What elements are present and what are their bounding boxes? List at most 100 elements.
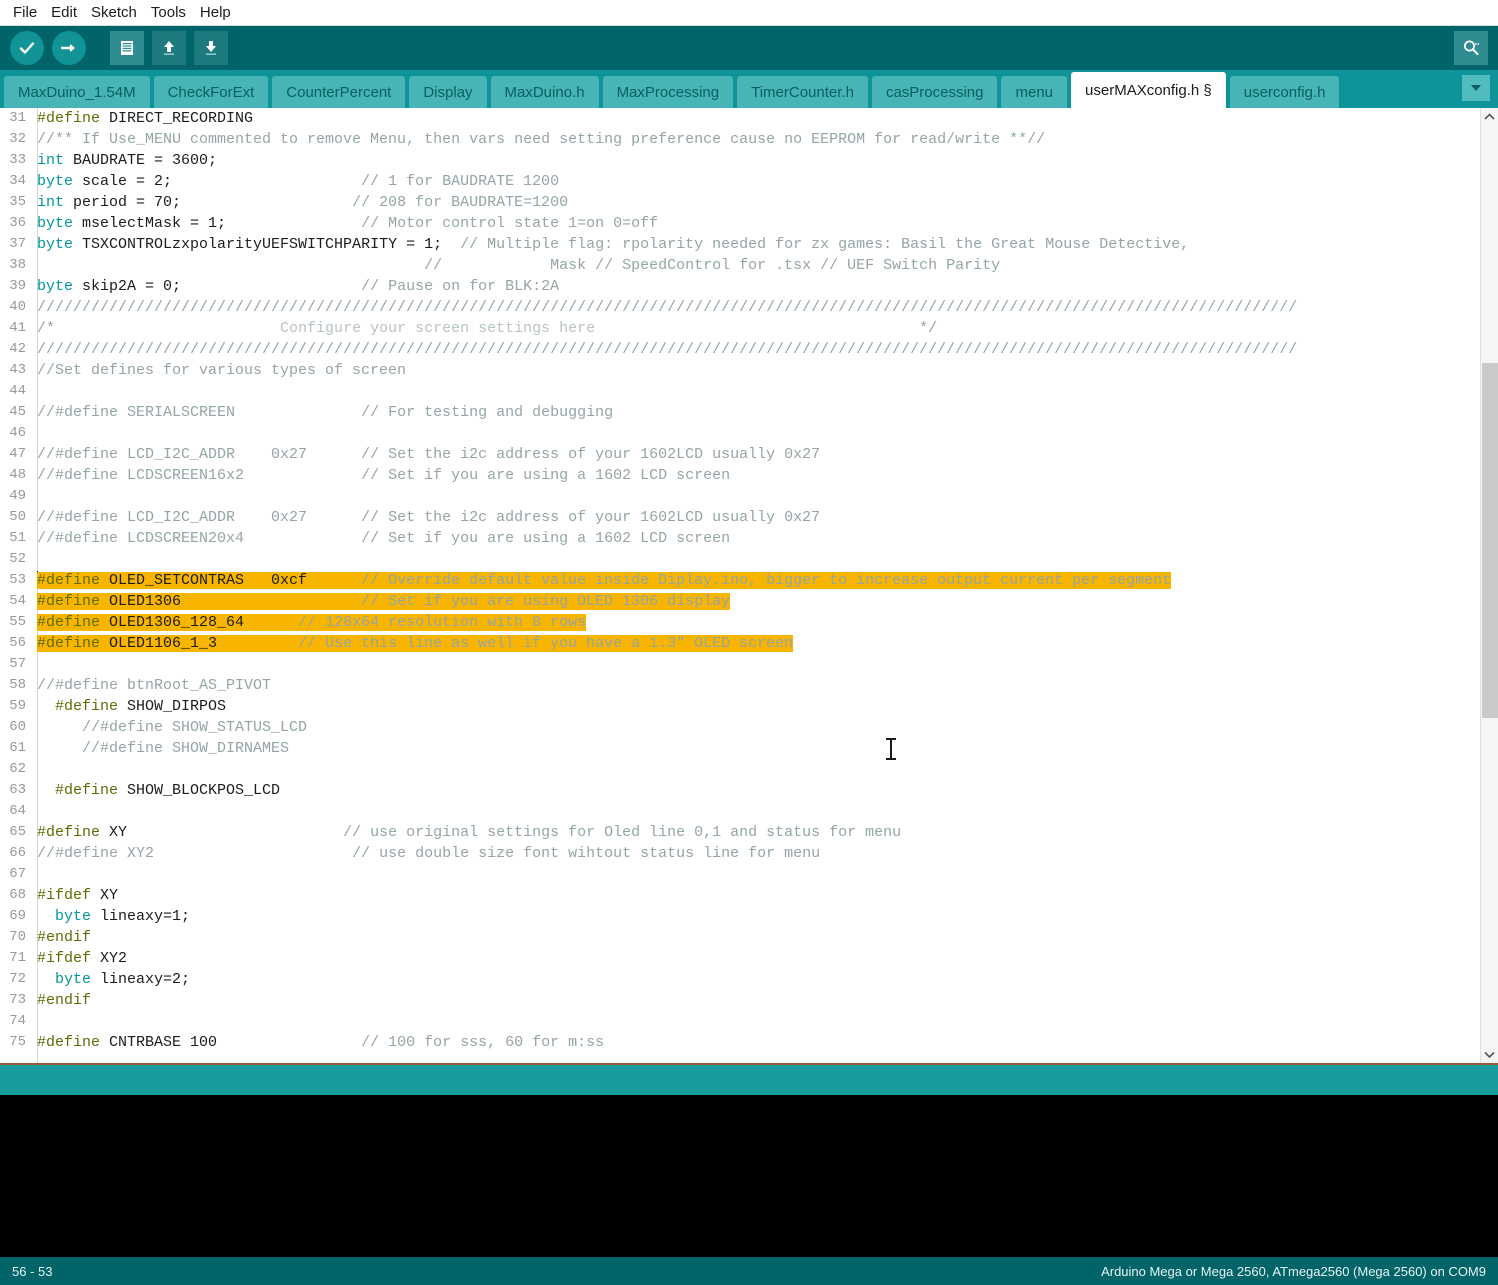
code-line[interactable]: 37 byte TSXCONTROLzxpolarityUEFSWITCHPARI… (0, 234, 1470, 255)
tab-overflow-dropdown[interactable] (1462, 75, 1490, 101)
save-sketch-button[interactable] (194, 31, 228, 65)
line-content[interactable] (32, 423, 37, 444)
tab-maxduino-1-54m[interactable]: MaxDuino_1.54M (4, 76, 150, 108)
code-content[interactable]: 31 #define DIRECT_RECORDING 32 //** If Use_… (0, 108, 1470, 1063)
serial-monitor-button[interactable] (1454, 31, 1488, 65)
line-content[interactable] (32, 381, 37, 402)
line-content[interactable] (32, 759, 37, 780)
line-content[interactable]: byte lineaxy=1; (32, 906, 190, 927)
line-content[interactable]: int period = 70; // 208 for BAUDRATE=120… (32, 192, 568, 213)
tab-casprocessing[interactable]: casProcessing (871, 76, 998, 108)
code-line[interactable]: 44 (0, 381, 1470, 402)
line-content[interactable]: //#define LCD_I2C_ADDR 0x27 // Set the i… (32, 507, 820, 528)
line-content[interactable]: byte skip2A = 0; // Pause on for BLK:2A (32, 276, 559, 297)
scroll-down-arrow[interactable] (1481, 1046, 1498, 1063)
code-line[interactable]: 71 #ifdef XY2 (0, 948, 1470, 969)
verify-button[interactable] (10, 31, 44, 65)
code-line[interactable]: 51 //#define LCDSCREEN20x4 // Set if you … (0, 528, 1470, 549)
code-line[interactable]: 69 byte lineaxy=1; (0, 906, 1470, 927)
line-content[interactable]: #define DIRECT_RECORDING (32, 108, 253, 129)
line-content[interactable]: //#define SERIALSCREEN // For testing an… (32, 402, 613, 423)
line-content[interactable]: #endif (32, 990, 91, 1011)
new-sketch-button[interactable] (110, 31, 144, 65)
code-line[interactable]: 58 //#define btnRoot_AS_PIVOT (0, 675, 1470, 696)
line-content[interactable]: //#define btnRoot_AS_PIVOT (32, 675, 271, 696)
code-line[interactable]: 33 int BAUDRATE = 3600; (0, 150, 1470, 171)
line-content[interactable]: #ifdef XY2 (32, 948, 127, 969)
code-line[interactable]: 72 byte lineaxy=2; (0, 969, 1470, 990)
code-line[interactable]: 36 byte mselectMask = 1; // Motor control… (0, 213, 1470, 234)
line-content[interactable]: //#define SHOW_STATUS_LCD (32, 717, 307, 738)
code-line[interactable]: 54 #define OLED1306 // Set if you are usi… (0, 591, 1470, 612)
code-line[interactable]: 48 //#define LCDSCREEN16x2 // Set if you … (0, 465, 1470, 486)
line-content[interactable]: //#define SHOW_DIRNAMES (32, 738, 289, 759)
line-content[interactable]: byte mselectMask = 1; // Motor control s… (32, 213, 658, 234)
line-content[interactable]: //#define LCD_I2C_ADDR 0x27 // Set the i… (32, 444, 820, 465)
code-line[interactable]: 31 #define DIRECT_RECORDING (0, 108, 1470, 129)
code-line[interactable]: 63 #define SHOW_BLOCKPOS_LCD (0, 780, 1470, 801)
code-line[interactable]: 59 #define SHOW_DIRPOS (0, 696, 1470, 717)
line-content[interactable] (32, 549, 37, 570)
line-content[interactable]: byte scale = 2; // 1 for BAUDRATE 1200 (32, 171, 559, 192)
code-line[interactable]: 43 //Set defines for various types of scr… (0, 360, 1470, 381)
line-content[interactable] (32, 801, 37, 822)
tab-counterpercent[interactable]: CounterPercent (272, 76, 406, 108)
code-editor[interactable]: 31 #define DIRECT_RECORDING 32 //** If Use_… (0, 108, 1498, 1063)
line-content[interactable] (32, 654, 37, 675)
line-content[interactable] (32, 486, 37, 507)
code-line[interactable]: 74 (0, 1011, 1470, 1032)
code-line[interactable]: 49 (0, 486, 1470, 507)
tab-maxduino-h[interactable]: MaxDuino.h (490, 76, 599, 108)
code-line[interactable]: 56 #define OLED1106_1_3 // Use this line … (0, 633, 1470, 654)
code-line[interactable]: 55 #define OLED1306_128_64 // 128x64 reso… (0, 612, 1470, 633)
code-line[interactable]: 47 //#define LCD_I2C_ADDR 0x27 // Set the… (0, 444, 1470, 465)
menu-item-sketch[interactable]: Sketch (84, 2, 144, 24)
tab-display[interactable]: Display (409, 76, 487, 108)
console-output-panel[interactable] (0, 1095, 1498, 1257)
scrollbar-thumb[interactable] (1482, 363, 1498, 718)
code-line[interactable]: 52 (0, 549, 1470, 570)
tab-maxprocessing[interactable]: MaxProcessing (602, 76, 734, 108)
code-line[interactable]: 57 (0, 654, 1470, 675)
code-line[interactable]: 39 byte skip2A = 0; // Pause on for BLK:2… (0, 276, 1470, 297)
menu-item-edit[interactable]: Edit (44, 2, 84, 24)
line-content[interactable]: #define OLED_SETCONTRAS 0xcf // Override… (32, 570, 1172, 591)
code-line[interactable]: 65 #define XY // use original settings fo… (0, 822, 1470, 843)
code-line[interactable]: 32 //** If Use_MENU commented to remove M… (0, 129, 1470, 150)
code-line[interactable]: 34 byte scale = 2; // 1 for BAUDRATE 1200 (0, 171, 1470, 192)
line-content[interactable] (32, 1011, 37, 1032)
menu-item-tools[interactable]: Tools (144, 2, 193, 24)
line-content[interactable]: byte lineaxy=2; (32, 969, 190, 990)
code-line[interactable]: 41 /* Configure your screen settings here… (0, 318, 1470, 339)
open-sketch-button[interactable] (152, 31, 186, 65)
line-content[interactable]: byte TSXCONTROLzxpolarityUEFSWITCHPARITY… (32, 234, 1189, 255)
line-content[interactable]: //Set defines for various types of scree… (32, 360, 406, 381)
line-content[interactable]: int BAUDRATE = 3600; (32, 150, 217, 171)
line-content[interactable]: #ifdef XY (32, 885, 118, 906)
scroll-up-arrow[interactable] (1481, 108, 1498, 125)
line-content[interactable]: #define XY // use original settings for … (32, 822, 901, 843)
code-line[interactable]: 35 int period = 70; // 208 for BAUDRATE=1… (0, 192, 1470, 213)
tab-checkforext[interactable]: CheckForExt (153, 76, 269, 108)
editor-vertical-scrollbar[interactable] (1480, 108, 1498, 1063)
line-content[interactable]: #endif (32, 927, 91, 948)
line-content[interactable]: //#define LCDSCREEN20x4 // Set if you ar… (32, 528, 730, 549)
code-line[interactable]: 62 (0, 759, 1470, 780)
line-content[interactable]: // Mask // SpeedControl for .tsx // UEF … (32, 255, 1000, 276)
line-content[interactable]: /* Configure your screen settings here *… (32, 318, 937, 339)
line-content[interactable]: //#define LCDSCREEN16x2 // Set if you ar… (32, 465, 730, 486)
code-line[interactable]: 45 //#define SERIALSCREEN // For testing … (0, 402, 1470, 423)
code-line[interactable]: 40 //////////////////////////////////////… (0, 297, 1470, 318)
line-content[interactable]: #define CNTRBASE 100 // 100 for sss, 60 … (32, 1032, 604, 1053)
code-line[interactable]: 38 // Mask // SpeedControl for .tsx // U… (0, 255, 1470, 276)
tab-userconfig-h[interactable]: userconfig.h (1229, 76, 1340, 108)
line-content[interactable]: #define SHOW_BLOCKPOS_LCD (32, 780, 280, 801)
line-content[interactable]: //** If Use_MENU commented to remove Men… (32, 129, 1045, 150)
tab-usermaxconfig-h[interactable]: userMAXconfig.h § (1071, 72, 1226, 108)
code-line[interactable]: 68 #ifdef XY (0, 885, 1470, 906)
line-content[interactable]: #define OLED1306_128_64 // 128x64 resolu… (32, 612, 587, 633)
code-line[interactable]: 60 //#define SHOW_STATUS_LCD (0, 717, 1470, 738)
menu-item-file[interactable]: File (6, 2, 44, 24)
line-content[interactable]: ////////////////////////////////////////… (32, 297, 1297, 318)
code-line[interactable]: 70 #endif (0, 927, 1470, 948)
